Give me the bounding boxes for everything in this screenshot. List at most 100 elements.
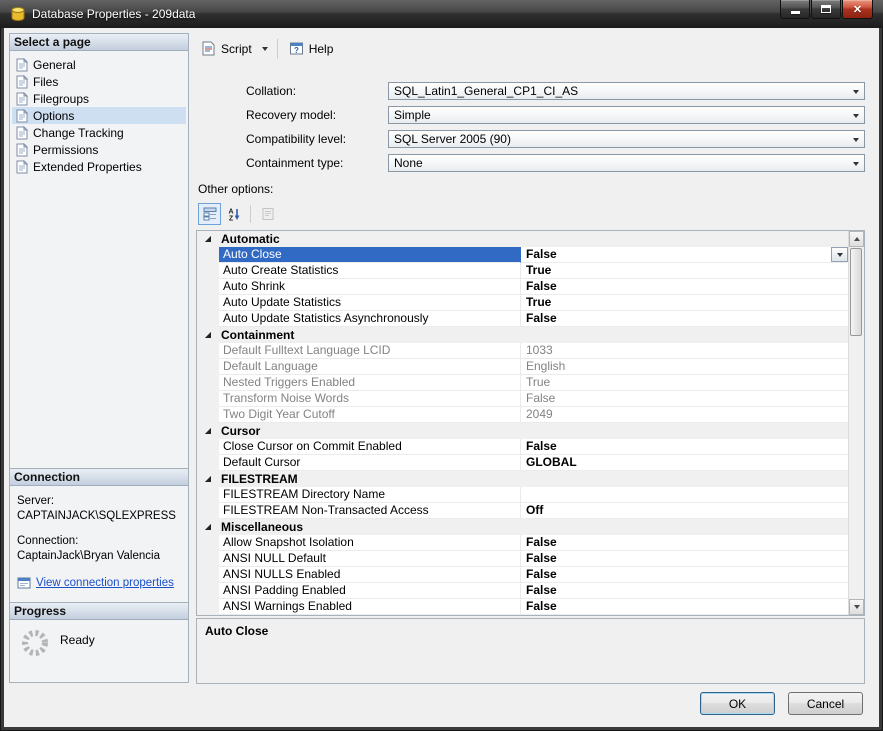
sidebar-item-extended-properties[interactable]: Extended Properties bbox=[12, 158, 186, 175]
ok-button[interactable]: OK bbox=[700, 692, 775, 715]
sidebar-item-general[interactable]: General bbox=[12, 56, 186, 73]
property-value[interactable]: True bbox=[521, 375, 848, 391]
property-row[interactable]: Default Cursor GLOBAL bbox=[197, 455, 848, 471]
sidebar-item-files[interactable]: Files bbox=[12, 73, 186, 90]
page-list: General Files Filegroups Options Change … bbox=[10, 51, 188, 180]
property-value[interactable]: False bbox=[521, 279, 848, 295]
property-row[interactable]: ANSI Warnings Enabled False bbox=[197, 599, 848, 615]
cancel-button[interactable]: Cancel bbox=[788, 692, 863, 715]
property-row[interactable]: FILESTREAM Directory Name bbox=[197, 487, 848, 503]
property-row[interactable]: FILESTREAM Non-Transacted Access Off bbox=[197, 503, 848, 519]
property-name[interactable]: Default Fulltext Language LCID bbox=[219, 343, 521, 359]
titlebar[interactable]: Database Properties - 209data bbox=[0, 0, 883, 28]
sidebar-item-options[interactable]: Options bbox=[12, 107, 186, 124]
property-row[interactable]: Nested Triggers Enabled True bbox=[197, 375, 848, 391]
property-value[interactable] bbox=[521, 487, 848, 503]
category-row-miscellaneous[interactable]: Miscellaneous bbox=[197, 519, 848, 535]
property-name[interactable]: Auto Shrink bbox=[219, 279, 521, 295]
property-value[interactable]: False bbox=[521, 567, 848, 583]
property-row[interactable]: Auto Update Statistics Asynchronously Fa… bbox=[197, 311, 848, 327]
scroll-up-button[interactable] bbox=[849, 231, 864, 247]
property-name[interactable]: ANSI Padding Enabled bbox=[219, 583, 521, 599]
script-dropdown-button[interactable] bbox=[258, 44, 272, 54]
property-row[interactable]: Auto Update Statistics True bbox=[197, 295, 848, 311]
chevron-down-icon bbox=[836, 252, 843, 257]
category-row-cursor[interactable]: Cursor bbox=[197, 423, 848, 439]
property-row[interactable]: Auto Create Statistics True bbox=[197, 263, 848, 279]
property-row[interactable]: Transform Noise Words False bbox=[197, 391, 848, 407]
property-name[interactable]: ANSI Warnings Enabled bbox=[219, 599, 521, 615]
property-name[interactable]: Nested Triggers Enabled bbox=[219, 375, 521, 391]
property-row[interactable]: Auto Close False bbox=[197, 247, 848, 263]
scrollbar-thumb[interactable] bbox=[850, 248, 862, 336]
property-value[interactable]: False bbox=[521, 535, 848, 551]
chevron-down-icon bbox=[853, 162, 859, 166]
collapse-triangle-icon[interactable] bbox=[205, 231, 211, 247]
collapse-triangle-icon[interactable] bbox=[205, 519, 211, 535]
grid-margin bbox=[197, 247, 219, 263]
property-name[interactable]: Auto Update Statistics Asynchronously bbox=[219, 311, 521, 327]
property-name[interactable]: Two Digit Year Cutoff bbox=[219, 407, 521, 423]
property-value[interactable]: False bbox=[521, 439, 848, 455]
categorized-icon bbox=[203, 207, 216, 221]
property-value[interactable]: False bbox=[521, 599, 848, 615]
property-value[interactable]: True bbox=[521, 295, 848, 311]
property-value[interactable]: False bbox=[521, 311, 848, 327]
property-name[interactable]: Transform Noise Words bbox=[219, 391, 521, 407]
property-name[interactable]: Default Language bbox=[219, 359, 521, 375]
category-row-automatic[interactable]: Automatic bbox=[197, 231, 848, 247]
property-name[interactable]: Auto Close bbox=[219, 247, 521, 263]
property-name[interactable]: Auto Update Statistics bbox=[219, 295, 521, 311]
script-button[interactable]: Script bbox=[195, 37, 258, 60]
property-name[interactable]: Default Cursor bbox=[219, 455, 521, 471]
property-value[interactable]: English bbox=[521, 359, 848, 375]
category-row-filestream[interactable]: FILESTREAM bbox=[197, 471, 848, 487]
scroll-down-button[interactable] bbox=[849, 599, 864, 615]
property-name[interactable]: Auto Create Statistics bbox=[219, 263, 521, 279]
property-value[interactable]: False bbox=[521, 583, 848, 599]
property-value[interactable]: GLOBAL bbox=[521, 455, 848, 471]
property-row[interactable]: Default Fulltext Language LCID 1033 bbox=[197, 343, 848, 359]
help-button[interactable]: ? Help bbox=[283, 37, 340, 60]
close-button[interactable] bbox=[842, 0, 873, 19]
property-name[interactable]: FILESTREAM Non-Transacted Access bbox=[219, 503, 521, 519]
property-value[interactable]: 2049 bbox=[521, 407, 848, 423]
value-dropdown-button[interactable] bbox=[831, 247, 848, 262]
maximize-button[interactable] bbox=[811, 0, 841, 19]
collapse-triangle-icon[interactable] bbox=[205, 471, 211, 487]
property-value[interactable]: Off bbox=[521, 503, 848, 519]
property-row[interactable]: ANSI NULLS Enabled False bbox=[197, 567, 848, 583]
containment-type-select[interactable]: None bbox=[388, 154, 865, 172]
sidebar-item-change-tracking[interactable]: Change Tracking bbox=[12, 124, 186, 141]
alphabetical-sort-button[interactable]: AZ bbox=[222, 203, 245, 225]
collapse-triangle-icon[interactable] bbox=[205, 327, 211, 343]
property-row[interactable]: ANSI NULL Default False bbox=[197, 551, 848, 567]
property-name[interactable]: Allow Snapshot Isolation bbox=[219, 535, 521, 551]
collation-select[interactable]: SQL_Latin1_General_CP1_CI_AS bbox=[388, 82, 865, 100]
property-row[interactable]: Two Digit Year Cutoff 2049 bbox=[197, 407, 848, 423]
property-name[interactable]: ANSI NULLS Enabled bbox=[219, 567, 521, 583]
view-connection-properties-link[interactable]: View connection properties bbox=[36, 576, 174, 591]
property-name[interactable]: FILESTREAM Directory Name bbox=[219, 487, 521, 503]
grid-scrollbar[interactable] bbox=[848, 231, 864, 615]
recovery-model-select[interactable]: Simple bbox=[388, 106, 865, 124]
property-value[interactable]: False bbox=[521, 551, 848, 567]
property-row[interactable]: Default Language English bbox=[197, 359, 848, 375]
property-row[interactable]: Auto Shrink False bbox=[197, 279, 848, 295]
property-name[interactable]: ANSI NULL Default bbox=[219, 551, 521, 567]
sidebar-item-filegroups[interactable]: Filegroups bbox=[12, 90, 186, 107]
collapse-triangle-icon[interactable] bbox=[205, 423, 211, 439]
property-row[interactable]: Allow Snapshot Isolation False bbox=[197, 535, 848, 551]
property-value[interactable]: 1033 bbox=[521, 343, 848, 359]
minimize-button[interactable] bbox=[780, 0, 810, 19]
property-row[interactable]: Close Cursor on Commit Enabled False bbox=[197, 439, 848, 455]
property-value[interactable]: True bbox=[521, 263, 848, 279]
property-value[interactable]: False bbox=[521, 247, 848, 263]
compatibility-level-select[interactable]: SQL Server 2005 (90) bbox=[388, 130, 865, 148]
category-row-containment[interactable]: Containment bbox=[197, 327, 848, 343]
property-name[interactable]: Close Cursor on Commit Enabled bbox=[219, 439, 521, 455]
categorized-button[interactable] bbox=[198, 203, 221, 225]
sidebar-item-permissions[interactable]: Permissions bbox=[12, 141, 186, 158]
property-value[interactable]: False bbox=[521, 391, 848, 407]
property-row[interactable]: ANSI Padding Enabled False bbox=[197, 583, 848, 599]
